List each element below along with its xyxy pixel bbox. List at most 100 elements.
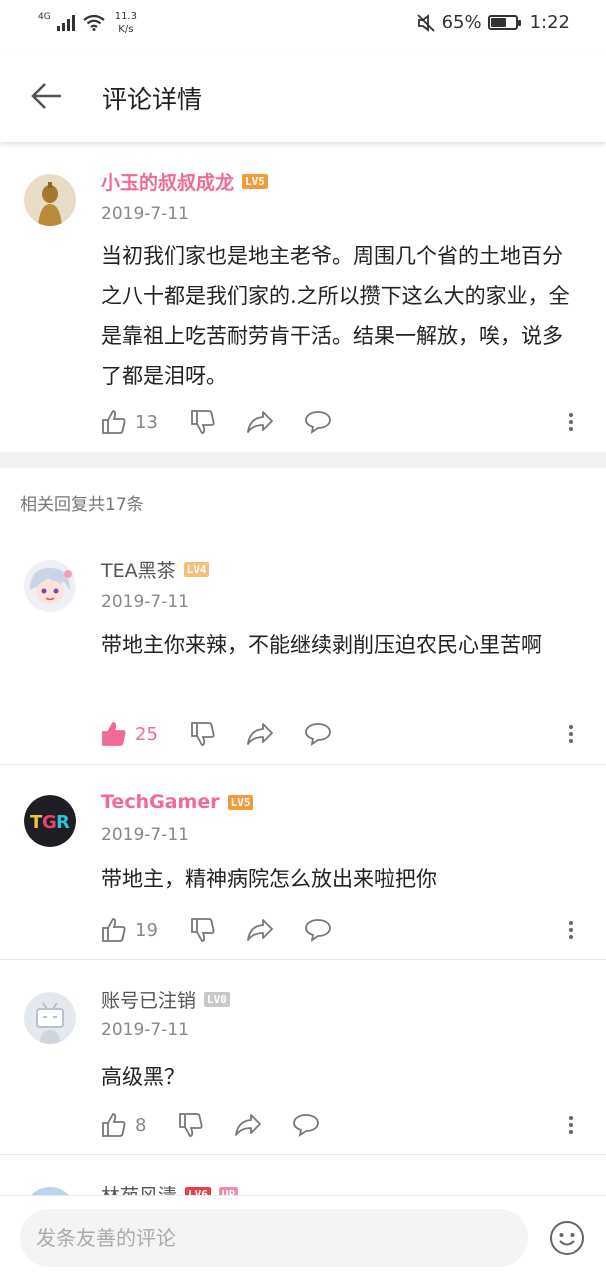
more-vertical-icon (569, 725, 573, 729)
username[interactable]: 账号已注销 LV0 (101, 986, 230, 1013)
reply-button[interactable] (304, 409, 332, 435)
reply-button[interactable] (304, 721, 332, 747)
avatar[interactable] (24, 174, 76, 226)
level-badge: LV6 (185, 1187, 211, 1195)
like-count: 13 (135, 411, 158, 433)
avatar-image (24, 992, 76, 1044)
smiley-icon (550, 1221, 584, 1255)
username-text[interactable]: TechGamer (101, 791, 220, 813)
username-text[interactable]: TEA黑茶 (101, 556, 176, 583)
network-speed: 11.3 K/s (115, 10, 137, 36)
clock: 1:22 (529, 12, 570, 33)
comment-text: 当初我们家也是地主老爷。周围几个省的土地百分之八十都是我们家的.之所以攒下这么大… (101, 244, 570, 388)
back-button[interactable] (28, 76, 68, 116)
page-title: 评论详情 (102, 85, 203, 114)
comment-actions: 8 (101, 1109, 581, 1141)
status-bar: 4G 11.3 K/s 65% 1:22 (0, 0, 606, 50)
avatar-image: T G R (24, 795, 76, 847)
reply-item: 账号已注销 LV0 2019-7-11 高级黑？ 8 (0, 960, 606, 1155)
signal-icon (56, 15, 75, 31)
like-button[interactable]: 13 (101, 409, 158, 435)
comment-actions: 19 (101, 914, 581, 946)
more-vertical-icon (569, 1116, 573, 1120)
username-text[interactable]: 账号已注销 (101, 986, 196, 1013)
more-menu-button[interactable] (561, 410, 581, 434)
comment-input[interactable] (20, 1209, 528, 1267)
like-count: 8 (135, 1114, 147, 1136)
comment-text: 带地主，精神病院怎么放出来啦把你 (101, 867, 437, 891)
share-icon (247, 723, 273, 745)
reply-button[interactable] (304, 917, 332, 943)
more-vertical-icon (569, 413, 573, 417)
status-right: 65% 1:22 (416, 12, 570, 33)
avatar[interactable] (24, 992, 76, 1044)
emoji-button[interactable] (549, 1220, 585, 1256)
comment-actions: 25 (101, 718, 581, 750)
up-badge: UP (218, 1187, 239, 1195)
share-button[interactable] (234, 1112, 262, 1138)
like-count: 19 (135, 919, 158, 941)
username-text[interactable]: 小玉的叔叔成龙 (101, 168, 234, 195)
username[interactable]: 小玉的叔叔成龙 LV5 (101, 168, 268, 195)
chat-bubble-icon (293, 1114, 320, 1137)
more-vertical-icon (569, 921, 573, 925)
reply-item: TEA黑茶 LV4 2019-7-11 带地主你来辣，不能继续剥削压迫农民心里苦… (0, 530, 606, 765)
comment-date: 2019-7-11 (101, 204, 189, 224)
chat-bubble-icon (305, 919, 331, 942)
username[interactable]: 林苑风清 LV6 UP (101, 1181, 239, 1195)
comment-text: 高级黑？ (101, 1065, 185, 1089)
username[interactable]: TEA黑茶 LV4 (101, 556, 210, 583)
avatar[interactable]: T G R (24, 795, 76, 847)
section-divider (0, 452, 606, 468)
username-text[interactable]: 林苑风清 (101, 1181, 177, 1195)
battery-icon (487, 15, 521, 30)
reply-item: T G R TechGamer LV5 2019-7-11 带地主，精神病院怎么… (0, 765, 606, 960)
network-type: 4G (38, 12, 51, 22)
dislike-button[interactable] (190, 721, 216, 747)
reply-count-label: 相关回复共17条 (20, 495, 144, 515)
comment-input-bar (0, 1195, 606, 1280)
wifi-icon (83, 15, 105, 31)
like-count: 25 (135, 723, 158, 745)
like-button[interactable]: 8 (101, 1112, 146, 1138)
speed-unit: K/s (118, 24, 134, 35)
dislike-button[interactable] (190, 917, 216, 943)
dislike-button[interactable] (178, 1112, 204, 1138)
reply-button[interactable] (292, 1112, 320, 1138)
speed-value: 11.3 (114, 11, 137, 22)
main-comment: 小玉的叔叔成龙 LV5 2019-7-11 当初我们家也是地主老爷。周围几个省的… (0, 142, 606, 452)
thumbs-up-icon (102, 1113, 126, 1137)
share-button[interactable] (246, 917, 274, 943)
mute-icon (416, 13, 435, 32)
avatar[interactable] (24, 560, 76, 612)
like-button[interactable]: 25 (101, 721, 158, 747)
share-button[interactable] (246, 409, 274, 435)
dislike-button[interactable] (190, 409, 216, 435)
battery-percent: 65% (441, 12, 482, 33)
chat-bubble-icon (305, 723, 331, 746)
username[interactable]: TechGamer LV5 (101, 791, 254, 813)
chat-bubble-icon (305, 411, 331, 434)
share-icon (247, 919, 273, 941)
level-badge: LV5 (227, 794, 254, 810)
svg-text:R: R (56, 812, 70, 833)
comment-date: 2019-7-11 (101, 825, 189, 845)
thumbs-down-icon (191, 918, 215, 942)
more-menu-button[interactable] (561, 918, 581, 942)
avatar[interactable] (24, 1187, 76, 1195)
svg-text:G: G (42, 812, 57, 833)
reply-item: 林苑风清 LV6 UP (0, 1155, 606, 1195)
share-icon (247, 411, 273, 433)
thumbs-down-icon (191, 410, 215, 434)
thumbs-down-icon (191, 722, 215, 746)
top-app-bar: 评论详情 (0, 50, 606, 142)
like-button[interactable]: 19 (101, 917, 158, 943)
arrow-left-icon (31, 83, 61, 109)
more-menu-button[interactable] (561, 1113, 581, 1137)
status-left: 4G 11.3 K/s (38, 10, 137, 36)
comment-date: 2019-7-11 (101, 592, 189, 612)
comment-date: 2019-7-11 (101, 1020, 189, 1040)
more-menu-button[interactable] (561, 722, 581, 746)
share-button[interactable] (246, 721, 274, 747)
thumbs-up-icon (102, 722, 126, 746)
